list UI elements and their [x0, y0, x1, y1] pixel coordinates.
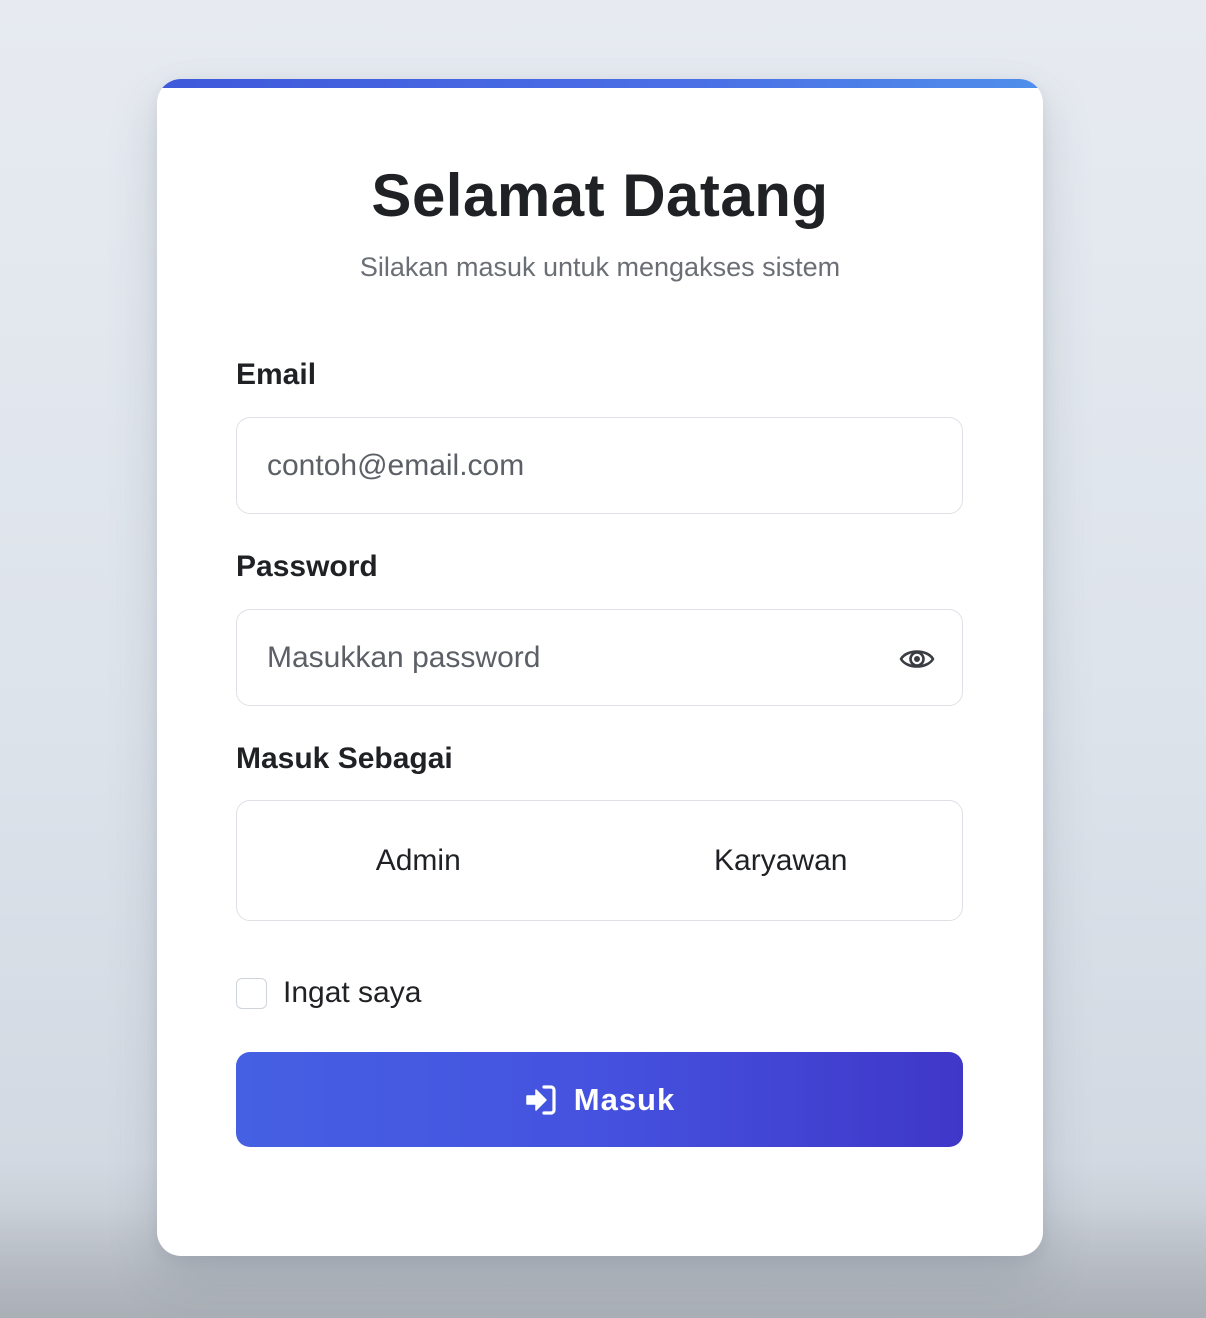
login-card: Selamat Datang Silakan masuk untuk menga…: [157, 79, 1043, 1256]
eye-icon[interactable]: [898, 640, 936, 678]
sign-in-icon: [524, 1083, 558, 1117]
role-label: Masuk Sebagai: [236, 742, 453, 775]
login-button-label: Masuk: [573, 1081, 676, 1117]
page-title: Selamat Datang: [371, 162, 829, 229]
card-accent-bar: [157, 79, 1043, 88]
password-input[interactable]: [267, 610, 867, 705]
role-option-admin[interactable]: Admin: [237, 801, 600, 920]
remember-me[interactable]: Ingat saya: [236, 976, 421, 1010]
role-selector: Admin Karyawan: [236, 800, 963, 921]
role-option-karyawan[interactable]: Karyawan: [600, 801, 963, 920]
login-button[interactable]: Masuk: [236, 1052, 963, 1147]
page-subtitle: Silakan masuk untuk mengakses sistem: [359, 252, 841, 282]
remember-checkbox[interactable]: [236, 977, 267, 1009]
email-field-container: [236, 417, 963, 514]
email-input[interactable]: [267, 418, 867, 513]
email-label: Email: [236, 358, 317, 391]
remember-label: Ingat saya: [283, 976, 422, 1009]
password-label: Password: [236, 550, 378, 583]
password-field-container: [236, 609, 963, 706]
